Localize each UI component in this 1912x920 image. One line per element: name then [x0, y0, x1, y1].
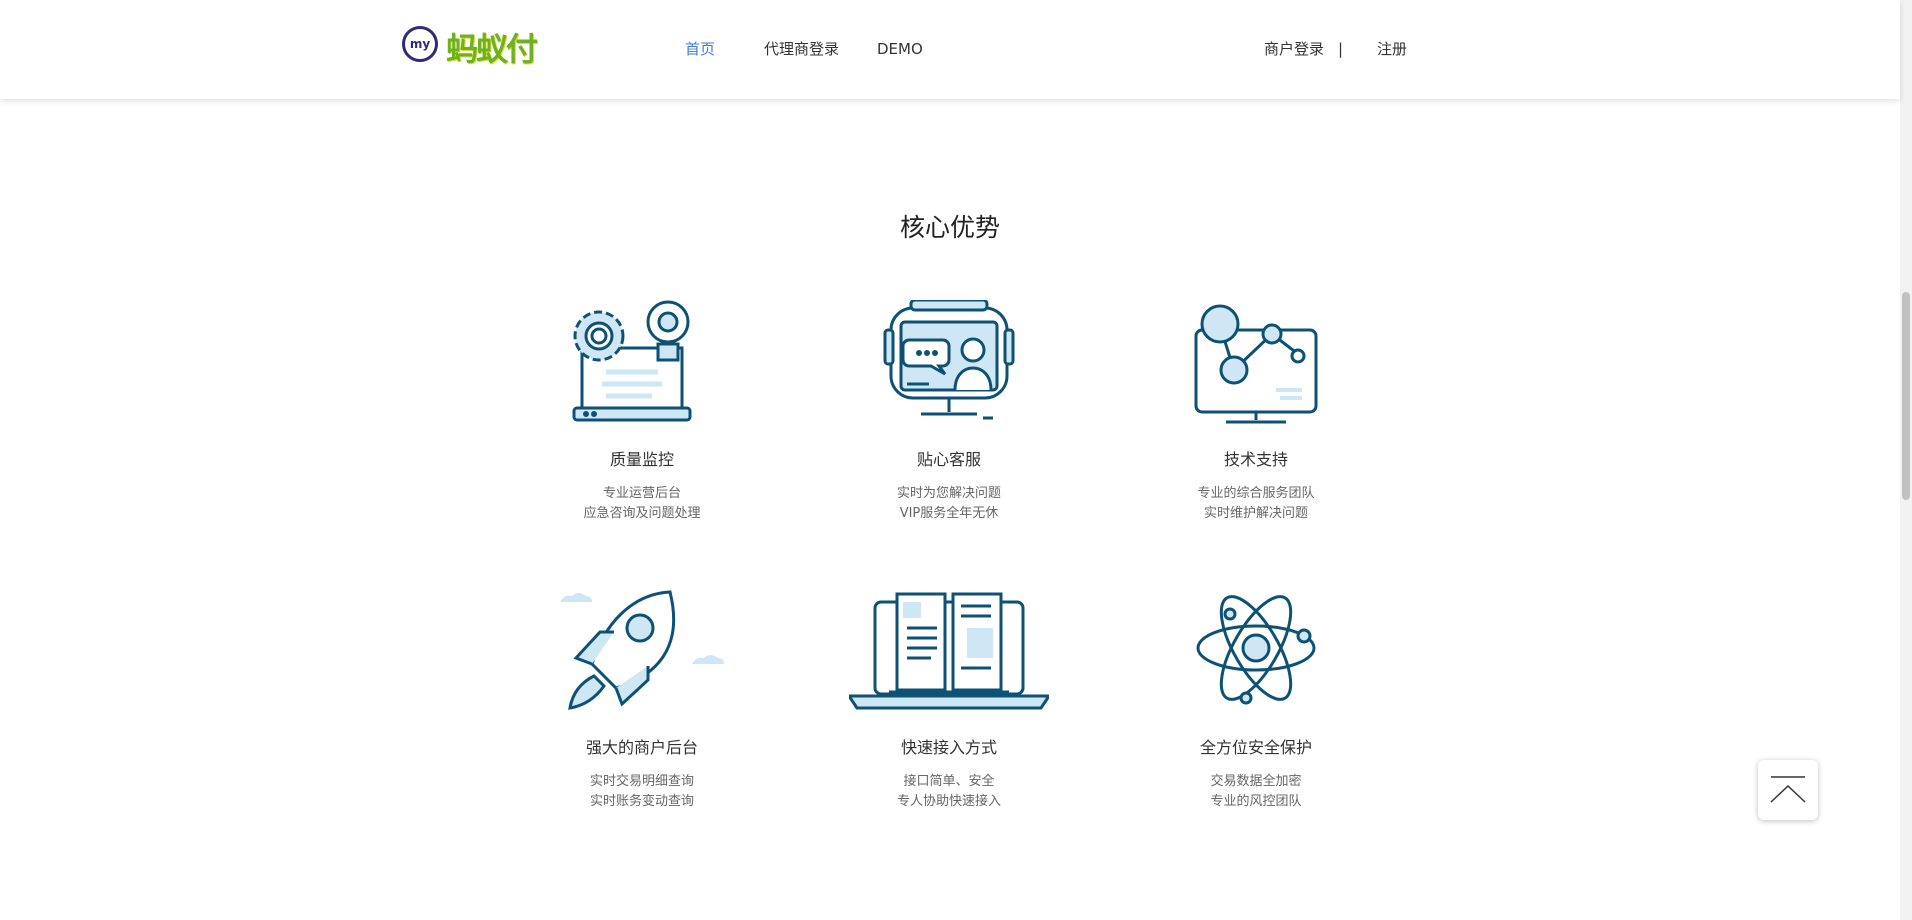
feature-desc-line: 实时账务变动查询 [589, 794, 694, 809]
nav-home-link[interactable]: 首页 [685, 37, 715, 61]
logo-text: 蚂蚁付 [446, 30, 538, 68]
feature-title: 快速接入方式 [900, 738, 997, 757]
nav-agent-login-link[interactable]: 代理商登录 [764, 37, 839, 61]
feature-description: 实时交易明细查询 实时账务变动查询 [492, 772, 792, 812]
feature-title: 技术支持 [1223, 450, 1288, 469]
feature-desc-line: 应急咨询及问题处理 [583, 506, 701, 521]
site-logo[interactable]: my 蚂蚁付 [402, 26, 548, 70]
feature-description: 专业运营后台 应急咨询及问题处理 [492, 484, 792, 524]
network-monitor-icon [1194, 304, 1318, 424]
feature-desc-line: 专业的综合服务团队 [1197, 486, 1315, 501]
feature-desc-line: 实时维护解决问题 [1203, 506, 1308, 521]
nav-merchant-login-link[interactable]: 商户登录 [1264, 37, 1324, 61]
feature-title: 质量监控 [609, 450, 674, 469]
feature-description: 专业的综合服务团队 实时维护解决问题 [1106, 484, 1406, 524]
logo-badge: my [402, 26, 438, 62]
rocket-icon [560, 590, 724, 710]
scrollbar-thumb[interactable] [1902, 292, 1910, 500]
section-title: 核心优势 [899, 213, 1000, 242]
feature-description: 交易数据全加密 专业的风控团队 [1106, 772, 1406, 812]
chevron-up-icon [1770, 776, 1806, 803]
feature-desc-line: 实时为您解决问题 [896, 486, 1001, 501]
video-support-monitor-icon [883, 300, 1015, 420]
back-to-top-button[interactable] [1758, 760, 1818, 820]
feature-desc-line: VIP服务全年无休 [899, 506, 999, 521]
feature-desc-line: 专业运营后台 [602, 486, 681, 501]
nav-separator: | [1338, 40, 1344, 58]
feature-desc-line: 专业的风控团队 [1210, 794, 1302, 809]
feature-title: 全方位安全保护 [1199, 738, 1312, 757]
nav-register-link[interactable]: 注册 [1377, 37, 1407, 61]
nav-demo-link[interactable]: DEMO [877, 37, 923, 61]
feature-description: 接口简单、安全 专人协助快速接入 [799, 772, 1099, 812]
top-navbar: my 蚂蚁付 首页 代理商登录 DEMO 商户登录 | 注册 [0, 0, 1900, 99]
feature-desc-line: 专人协助快速接入 [896, 794, 1001, 809]
feature-description: 实时为您解决问题 VIP服务全年无休 [799, 484, 1099, 524]
feature-desc-line: 接口简单、安全 [903, 774, 995, 789]
gear-bulb-laptop-icon [572, 300, 692, 422]
feature-title: 贴心客服 [916, 450, 981, 469]
book-laptop-icon [849, 592, 1049, 710]
atom-icon [1196, 595, 1316, 705]
feature-title: 强大的商户后台 [585, 738, 698, 757]
feature-desc-line: 实时交易明细查询 [589, 774, 694, 789]
feature-desc-line: 交易数据全加密 [1210, 774, 1302, 789]
